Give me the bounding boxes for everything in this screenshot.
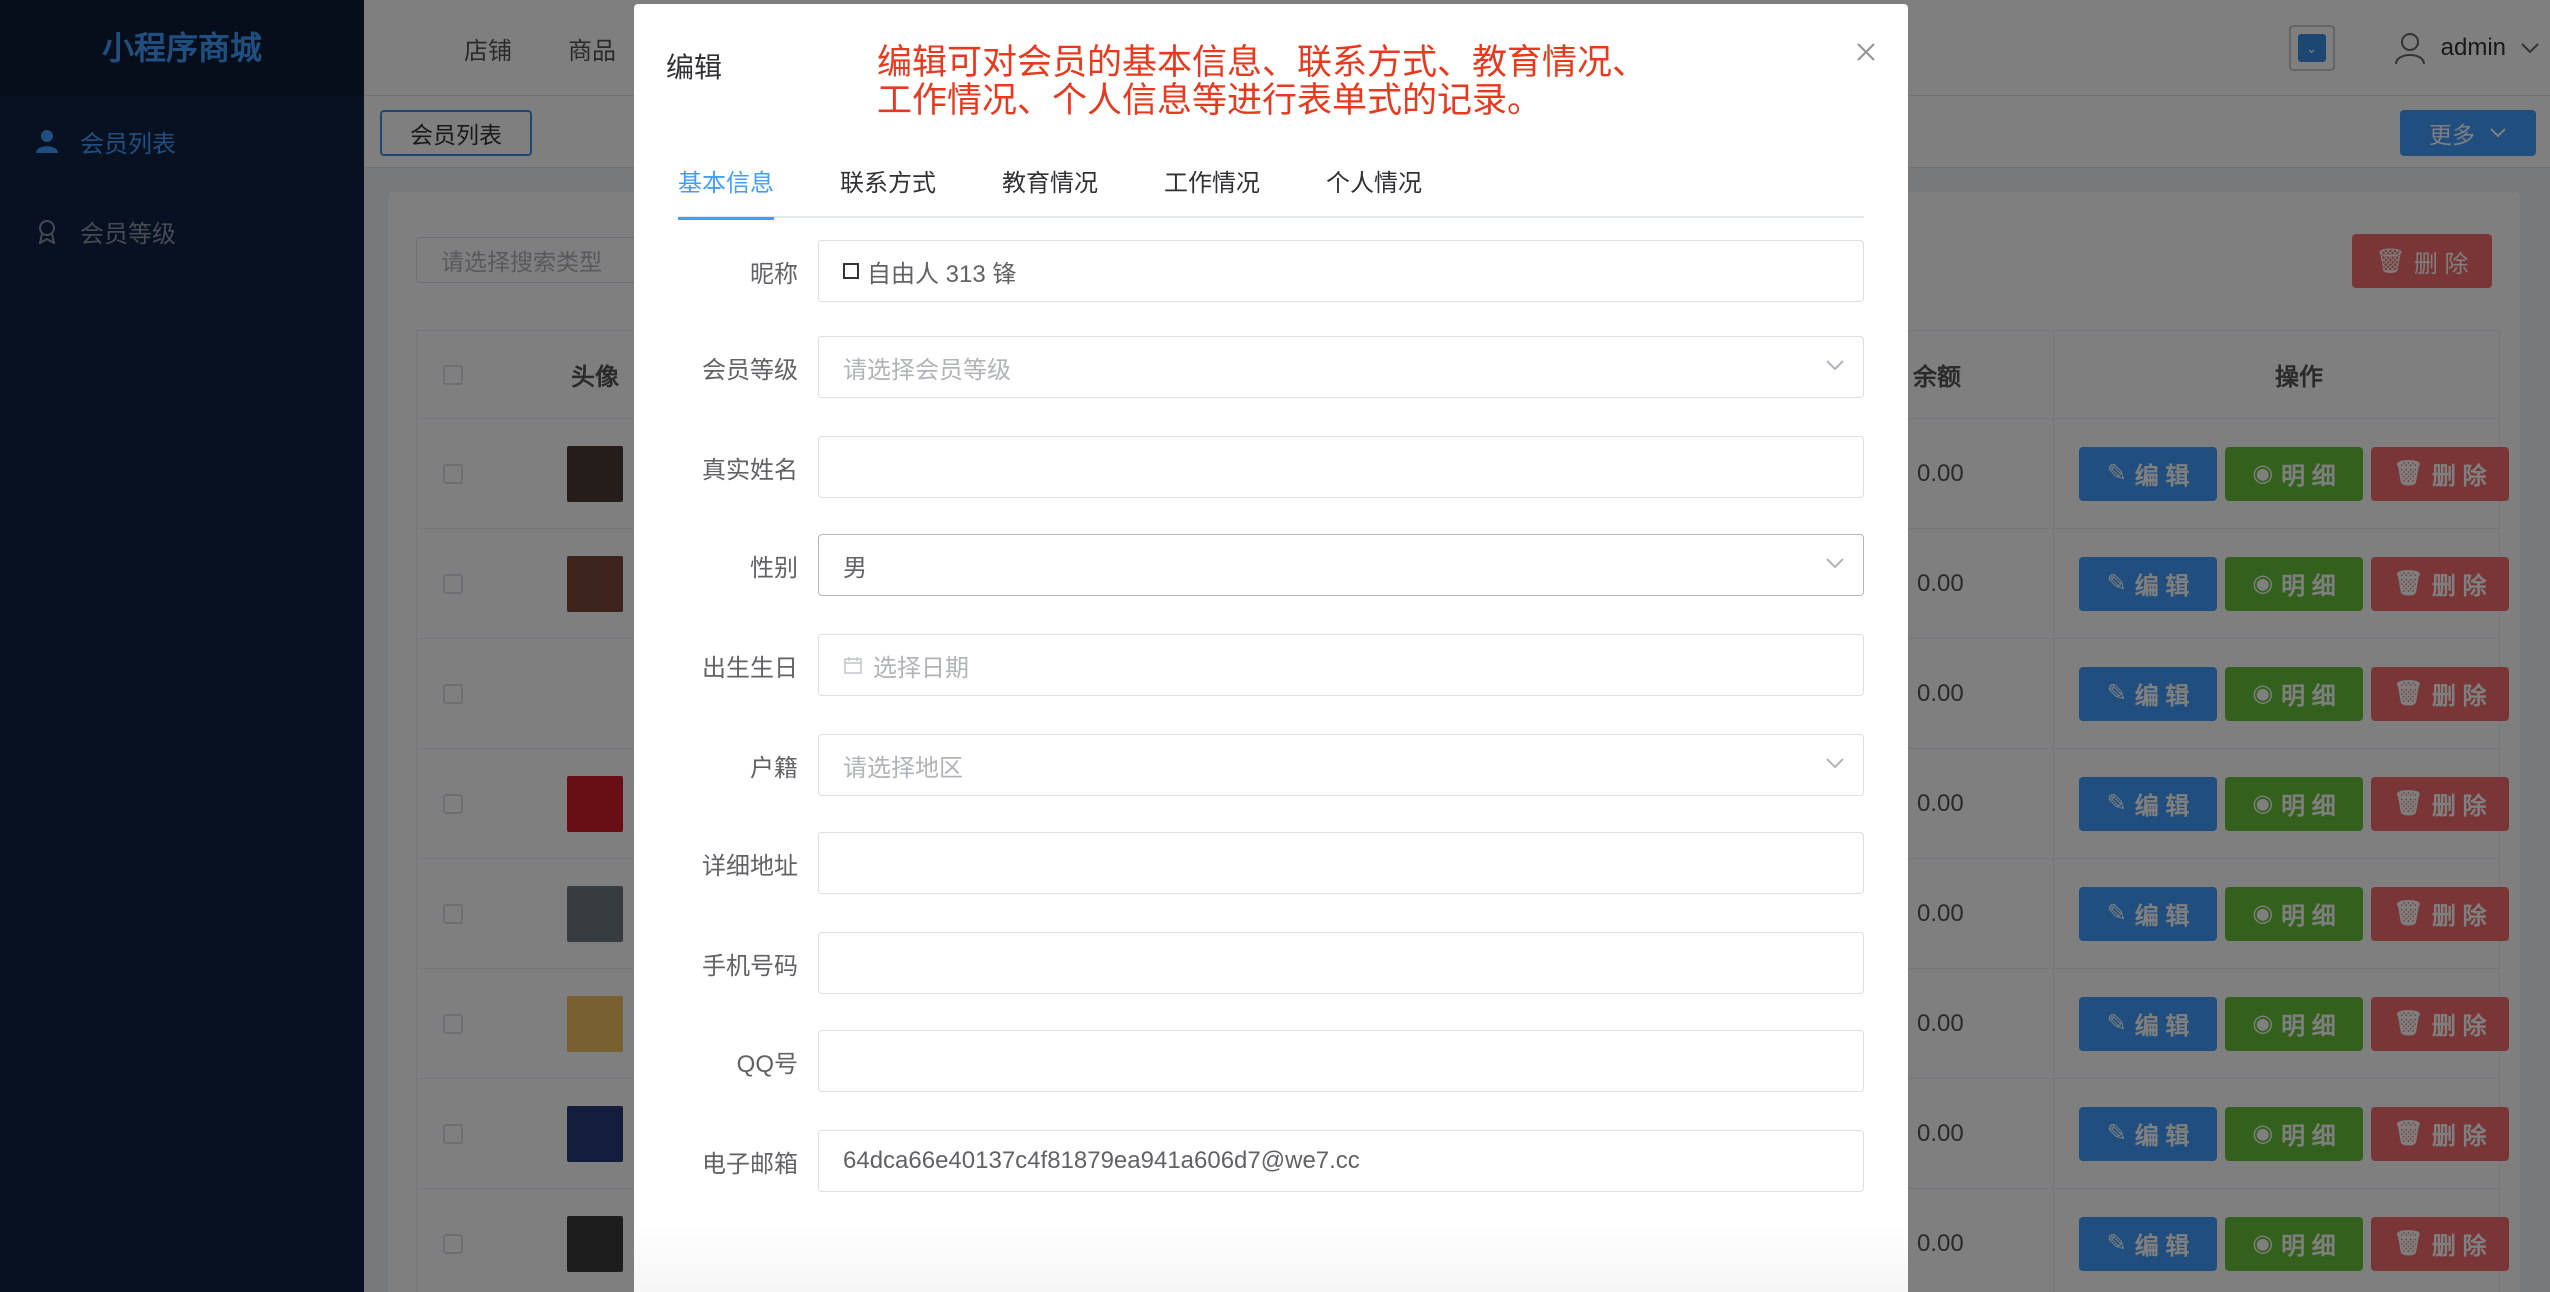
hometown-label: 户籍 — [750, 754, 798, 782]
tab-personal[interactable]: 个人情况 — [1326, 162, 1422, 218]
form-row-realname: 真实姓名 — [678, 436, 1864, 498]
qq-label: QQ号 — [736, 1050, 798, 1078]
phone-label: 手机号码 — [702, 952, 798, 980]
emoji-box-icon — [843, 263, 859, 279]
gender-label: 性别 — [750, 554, 798, 582]
level-select[interactable]: 请选择会员等级 — [818, 336, 1864, 398]
tab-basic-info[interactable]: 基本信息 — [678, 162, 774, 220]
birthday-datepicker[interactable]: 选择日期 — [818, 634, 1864, 696]
form-row-hometown: 户籍 请选择地区 — [678, 734, 1864, 796]
qq-input[interactable] — [818, 1030, 1864, 1092]
form-row-qq: QQ号 — [678, 1030, 1864, 1092]
tab-work[interactable]: 工作情况 — [1164, 162, 1260, 218]
email-input[interactable]: 64dca66e40137c4f81879ea941a606d7@we7.cc — [818, 1130, 1864, 1192]
tab-contact[interactable]: 联系方式 — [840, 162, 936, 218]
chevron-down-icon — [1826, 758, 1844, 769]
realname-input[interactable] — [818, 436, 1864, 498]
chevron-down-icon — [1826, 558, 1844, 569]
edit-dialog: 编辑 编辑可对会员的基本信息、联系方式、教育情况、 工作情况、个人信息等进行表单… — [634, 4, 1908, 1292]
email-label: 电子邮箱 — [702, 1150, 798, 1178]
address-input[interactable] — [818, 832, 1864, 894]
dialog-tabs: 基本信息 联系方式 教育情况 工作情况 个人情况 — [678, 162, 1864, 220]
gender-select[interactable]: 男 — [818, 534, 1864, 596]
chevron-down-icon — [1826, 360, 1844, 371]
calendar-icon — [844, 657, 862, 674]
realname-label: 真实姓名 — [702, 456, 798, 484]
tab-education[interactable]: 教育情况 — [1002, 162, 1098, 218]
nickname-input[interactable]: 自由人 313 锋 — [818, 240, 1864, 302]
form-row-nickname: 昵称 自由人 313 锋 — [678, 240, 1864, 302]
phone-input[interactable] — [818, 932, 1864, 994]
birthday-label: 出生生日 — [702, 654, 798, 682]
form-row-email: 电子邮箱 64dca66e40137c4f81879ea941a606d7@we… — [678, 1130, 1864, 1192]
hometown-select[interactable]: 请选择地区 — [818, 734, 1864, 796]
form-row-gender: 性别 男 — [678, 534, 1864, 596]
nickname-label: 昵称 — [750, 260, 798, 288]
form-row-level: 会员等级 请选择会员等级 — [678, 336, 1864, 398]
annotation-text: 编辑可对会员的基本信息、联系方式、教育情况、 工作情况、个人信息等进行表单式的记… — [877, 43, 1648, 120]
dialog-footer-shadow — [634, 1224, 1908, 1292]
level-label: 会员等级 — [702, 356, 798, 384]
address-label: 详细地址 — [702, 852, 798, 880]
form-row-address: 详细地址 — [678, 832, 1864, 894]
close-icon[interactable] — [1854, 40, 1878, 64]
form-row-phone: 手机号码 — [678, 932, 1864, 994]
dialog-title: 编辑 — [666, 52, 723, 83]
form-row-birthday: 出生生日 选择日期 — [678, 634, 1864, 696]
